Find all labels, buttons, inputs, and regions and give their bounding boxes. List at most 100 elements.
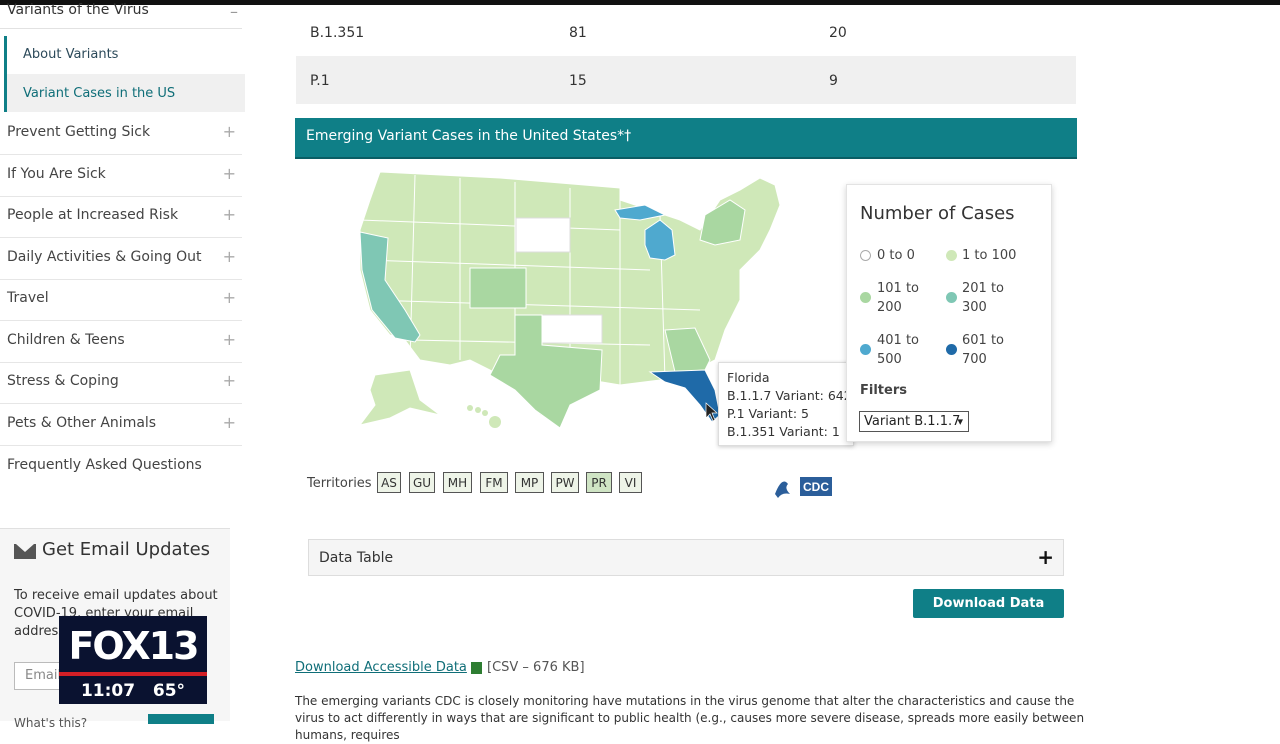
- table-cell: P.1: [310, 73, 330, 89]
- expand-icon[interactable]: +: [223, 205, 236, 224]
- expand-icon[interactable]: +: [223, 122, 236, 141]
- tv-station-overlay: FOX13 11:07 65°: [59, 616, 207, 704]
- state-hawaii[interactable]: [467, 405, 501, 428]
- variants-description: The emerging variants CDC is closely mon…: [295, 694, 1085, 742]
- sidebar-item-prevent[interactable]: Prevent Getting Sick +: [0, 113, 242, 155]
- cdc-logo-text: CDC: [803, 480, 829, 494]
- sidebar-item-label: Travel: [7, 290, 49, 306]
- fox13-logo: FOX13: [68, 624, 199, 668]
- sidebar-item-faq[interactable]: Frequently Asked Questions: [0, 446, 242, 487]
- sidebar-item-label: Frequently Asked Questions: [7, 457, 202, 473]
- table-cell: 9: [829, 73, 838, 89]
- sidebar-item-stress[interactable]: Stress & Coping +: [0, 362, 242, 404]
- sidebar-item-label: If You Are Sick: [7, 166, 106, 182]
- sidebar-item-label: People at Increased Risk: [7, 207, 179, 223]
- download-csv-button[interactable]: Download Data (CSV): [913, 589, 1064, 640]
- sidebar-item-label: Pets & Other Animals: [7, 415, 157, 431]
- email-updates-title: Get Email Updates: [42, 539, 211, 560]
- state-oklahoma[interactable]: [541, 314, 603, 344]
- legend-label: 0 to 0: [877, 248, 915, 263]
- sidebar-item-label: Variant Cases in the US: [23, 86, 176, 101]
- legend-swatch: [946, 344, 957, 355]
- sidebar-item-if-sick[interactable]: If You Are Sick +: [0, 155, 242, 197]
- whats-this-link[interactable]: What's this?: [14, 716, 87, 730]
- collapse-icon[interactable]: –: [230, 2, 238, 21]
- legend-swatch: [946, 250, 957, 261]
- sidebar-item-variant-cases[interactable]: Variant Cases in the US: [4, 74, 245, 112]
- sidebar-section-variants[interactable]: Variants of the Virus –: [0, 0, 242, 29]
- expand-icon[interactable]: +: [223, 288, 236, 307]
- territory-gu[interactable]: GU: [409, 472, 435, 493]
- sidebar-item-pets[interactable]: Pets & Other Animals +: [0, 404, 242, 446]
- expand-icon[interactable]: +: [223, 413, 236, 432]
- sidebar-item-label: Stress & Coping: [7, 373, 119, 389]
- overlay-time: 11:07: [80, 681, 136, 701]
- sidebar-item-travel[interactable]: Travel +: [0, 279, 242, 321]
- table-row: P.1 15 9: [296, 56, 1076, 104]
- legend-swatch: [860, 250, 871, 261]
- cdc-logo: CDC: [775, 477, 832, 498]
- overlay-divider: [59, 672, 207, 676]
- data-table-accordion[interactable]: Data Table +: [308, 539, 1064, 576]
- territory-mh[interactable]: MH: [443, 472, 472, 493]
- map-legend: Number of Cases 0 to 0 1 to 100 101 to 2…: [846, 184, 1052, 442]
- state-colorado[interactable]: [469, 267, 527, 309]
- legend-label: 1 to 100: [962, 248, 1017, 263]
- sidebar-section-label: Variants of the Virus: [7, 2, 149, 18]
- territory-pr[interactable]: PR: [586, 472, 612, 493]
- sidebar-item-label: Prevent Getting Sick: [7, 124, 151, 140]
- variant-table: B.1.351 81 20 P.1 15 9: [296, 8, 1076, 104]
- filters-label: Filters: [860, 383, 907, 398]
- overlay-temp: 65°: [152, 681, 186, 701]
- envelope-icon: [14, 544, 36, 559]
- sidebar-item-label: Daily Activities & Going Out: [7, 249, 202, 265]
- table-row: B.1.351 81 20: [296, 8, 1076, 56]
- map-title: Emerging Variant Cases in the United Sta…: [306, 128, 632, 144]
- sidebar-item-children[interactable]: Children & Teens +: [0, 321, 242, 363]
- variant-filter-value: Variant B.1.1.7: [864, 414, 961, 429]
- legend-label: 601 to 700: [962, 333, 1004, 367]
- sidebar-item-daily-activities[interactable]: Daily Activities & Going Out +: [0, 238, 242, 280]
- expand-icon[interactable]: +: [223, 164, 236, 183]
- tooltip-line: B.1.1.7 Variant: 642: [727, 388, 852, 403]
- legend-swatch: [860, 292, 871, 303]
- table-cell: B.1.351: [310, 25, 365, 41]
- file-size-label: [CSV – 676 KB]: [487, 660, 585, 675]
- legend-swatch: [946, 292, 957, 303]
- plus-icon[interactable]: +: [1037, 545, 1054, 569]
- map-tooltip: Florida B.1.1.7 Variant: 642 P.1 Variant…: [718, 362, 854, 446]
- sidebar-item-about-variants[interactable]: About Variants: [4, 36, 245, 74]
- email-submit-button[interactable]: [148, 714, 214, 724]
- expand-icon[interactable]: +: [223, 247, 236, 266]
- overlay-time-temp: 11:07 65°: [59, 678, 207, 704]
- sidebar-nav: Variants of the Virus – About Variants V…: [0, 0, 245, 510]
- spreadsheet-icon: [471, 662, 482, 674]
- chevron-down-icon: ▾: [957, 415, 963, 428]
- state-new-york[interactable]: [699, 199, 746, 246]
- territories-label: Territories: [307, 476, 372, 491]
- expand-icon[interactable]: +: [223, 371, 236, 390]
- state-alaska[interactable]: [358, 369, 441, 426]
- table-cell: 81: [569, 25, 587, 41]
- table-cell: 15: [569, 73, 587, 89]
- tooltip-line: P.1 Variant: 5: [727, 406, 809, 421]
- download-accessible-data-link[interactable]: Download Accessible Data: [295, 660, 467, 675]
- tooltip-line: B.1.351 Variant: 1: [727, 424, 840, 439]
- legend-swatch: [860, 344, 871, 355]
- territory-vi[interactable]: VI: [619, 472, 642, 493]
- legend-title: Number of Cases: [860, 203, 1015, 224]
- table-cell: 20: [829, 25, 847, 41]
- sidebar-item-label: About Variants: [23, 47, 119, 62]
- variant-filter-select[interactable]: Variant B.1.1.7 ▾: [859, 411, 969, 432]
- territory-fm[interactable]: FM: [480, 472, 508, 493]
- territory-mp[interactable]: MP: [515, 472, 544, 493]
- sidebar-item-increased-risk[interactable]: People at Increased Risk +: [0, 196, 242, 238]
- data-table-label: Data Table: [319, 550, 394, 566]
- state-south-dakota[interactable]: [515, 217, 571, 253]
- map-header: Emerging Variant Cases in the United Sta…: [295, 118, 1077, 159]
- territory-pw[interactable]: PW: [551, 472, 579, 493]
- expand-icon[interactable]: +: [223, 330, 236, 349]
- legend-label: 401 to 500: [877, 333, 919, 367]
- tooltip-state: Florida: [727, 370, 770, 385]
- territory-as[interactable]: AS: [377, 472, 401, 493]
